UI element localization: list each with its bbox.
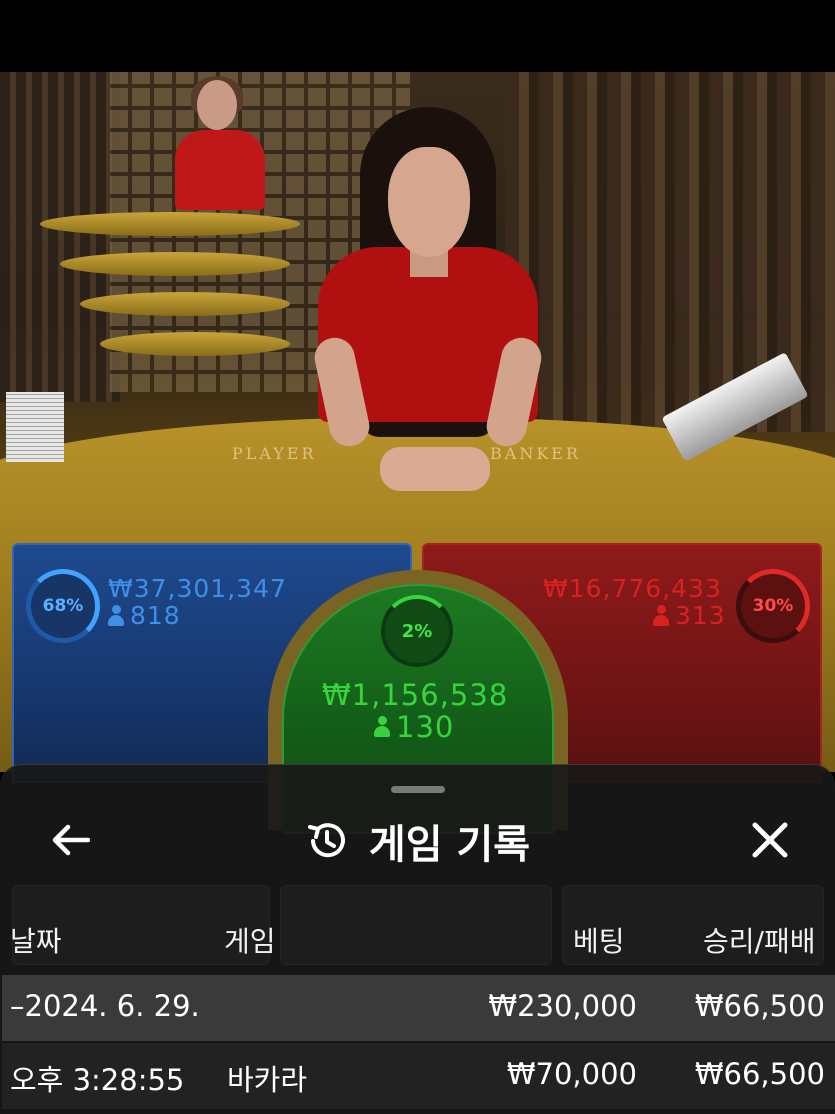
row-bet: ₩70,000 — [506, 1057, 637, 1091]
column-game: 게임 — [224, 925, 276, 958]
banker-count: 313 — [653, 601, 726, 630]
column-date: 날짜 — [10, 925, 62, 958]
status-bar — [0, 0, 835, 72]
table-stack-2 — [60, 252, 290, 276]
row-date: 오후 3:28:55 — [10, 1063, 185, 1097]
game-history-sheet: 게임 기록 날짜 게임 베팅 승리/패배 –2024. 6. 29. ₩230,… — [0, 764, 835, 1114]
close-button[interactable] — [740, 815, 800, 865]
card-stack — [6, 392, 64, 462]
player-count: 818 — [108, 601, 181, 630]
tie-percent-ring: 2% — [381, 595, 453, 667]
sheet-drag-handle[interactable] — [391, 786, 445, 793]
table-stack-1 — [40, 212, 300, 236]
history-row[interactable]: –2024. 6. 29. ₩230,000 ₩66,500 — [2, 975, 835, 1041]
background-dealer — [175, 76, 265, 220]
column-result: 승리/패배 — [703, 925, 816, 958]
tie-total-amount: ₩1,156,538 — [322, 678, 509, 712]
background-curtain-left — [0, 72, 120, 402]
player-percent-ring: 68% — [26, 569, 100, 643]
tie-person-icon — [374, 716, 390, 738]
banker-person-icon — [653, 604, 669, 627]
player-person-icon — [108, 604, 124, 627]
table-player-text: PLAYER — [232, 444, 317, 463]
sheet-title: 게임 기록 — [368, 822, 531, 868]
row-result: ₩66,500 — [694, 1057, 825, 1091]
table-stack-3 — [80, 292, 290, 316]
row-result: ₩66,500 — [694, 989, 825, 1023]
ghost-pair-button — [280, 885, 552, 965]
banker-total-amount: ₩16,776,433 — [543, 574, 722, 603]
tie-count-value: 130 — [396, 710, 455, 744]
table-banker-text: BANKER — [490, 444, 581, 463]
sheet-header: 게임 기록 — [0, 813, 835, 869]
column-bet: 베팅 — [573, 925, 625, 958]
dealer — [311, 107, 545, 491]
row-bet: ₩230,000 — [488, 989, 637, 1023]
banker-count-value: 313 — [675, 601, 726, 630]
table-stack-4 — [100, 332, 290, 356]
player-count-value: 818 — [130, 601, 181, 630]
banker-percent-ring: 30% — [736, 569, 810, 643]
player-total-amount: ₩37,301,347 — [108, 574, 287, 603]
history-row[interactable]: 오후 3:28:55 바카라 ₩70,000 ₩66,500 — [2, 1043, 835, 1109]
close-icon — [752, 822, 788, 858]
row-game: 바카라 — [227, 1063, 308, 1097]
history-icon — [307, 823, 345, 858]
row-date: –2024. 6. 29. — [10, 989, 200, 1023]
tie-count: 130 — [374, 710, 454, 744]
